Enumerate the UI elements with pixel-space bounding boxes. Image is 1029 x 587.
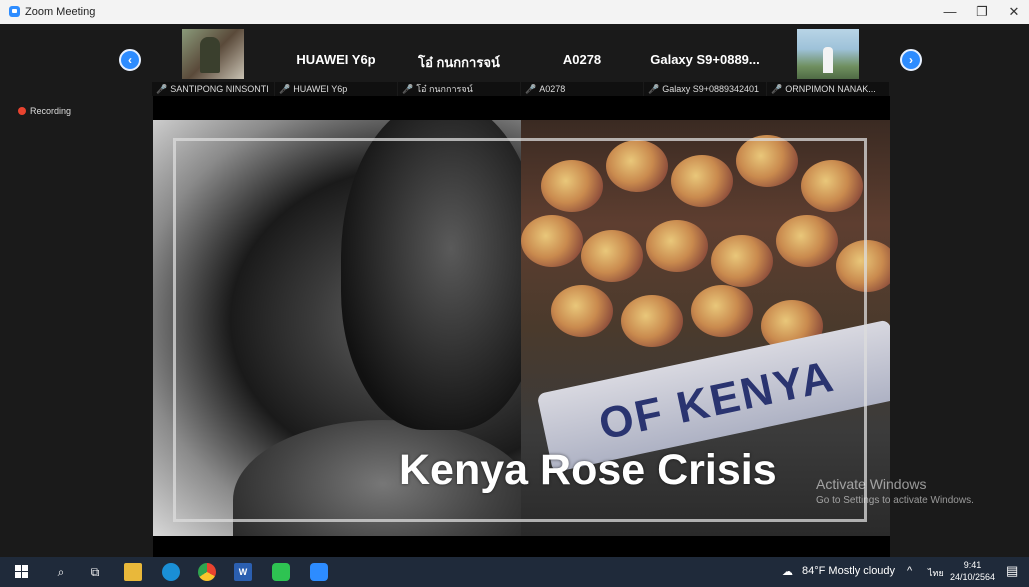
participant-tile[interactable]: 🎤 ORNPIMON NANAK... (767, 24, 889, 96)
minimize-button[interactable]: — (935, 0, 965, 24)
mic-muted-icon: 🎤 (648, 84, 660, 94)
restore-button[interactable]: ❐ (967, 0, 997, 24)
participant-strip: 🎤 SANTIPONG NINSONTI HUAWEI Y6p 🎤 HUAWEI Y… (152, 24, 890, 96)
participant-label: 🎤 HUAWEI Y6p (275, 82, 397, 96)
slide-title: Kenya Rose Crisis (399, 446, 777, 494)
edge-browser-icon[interactable] (162, 563, 180, 581)
participant-tile[interactable]: A0278 🎤 A0278 (521, 24, 643, 96)
participant-label: 🎤 A0278 (521, 82, 643, 96)
participant-tile[interactable]: HUAWEI Y6p 🎤 HUAWEI Y6p (275, 24, 397, 96)
participant-label: 🎤 ORNPIMON NANAK... (767, 82, 889, 96)
mic-muted-icon: 🎤 (156, 84, 168, 94)
start-windows-icon[interactable] (12, 563, 30, 581)
zoom-app-icon (9, 6, 20, 17)
mic-muted-icon: 🎤 (279, 84, 291, 94)
record-icon (18, 107, 26, 115)
participant-video (182, 29, 244, 79)
input-language[interactable]: ไทย (928, 566, 944, 580)
file-explorer-icon[interactable] (124, 563, 142, 581)
line-app-icon[interactable] (272, 563, 290, 581)
activate-windows-watermark: Activate Windows Go to Settings to activ… (816, 476, 974, 506)
participant-name: Galaxy S9+0889... (650, 52, 760, 67)
search-icon[interactable]: ⌕ (52, 563, 70, 581)
clock[interactable]: 9:41 24/10/2564 (950, 559, 995, 583)
close-button[interactable]: ✕ (999, 0, 1029, 24)
mic-muted-icon: 🎤 (402, 84, 414, 94)
prev-participants-button[interactable]: ‹ (119, 49, 141, 71)
mic-muted-icon: 🎤 (525, 84, 537, 94)
participant-label: 🎤 โอ๋ กนกการจน์ (398, 82, 520, 96)
mic-muted-icon: 🎤 (771, 84, 783, 94)
next-participants-button[interactable]: › (900, 49, 922, 71)
weather-icon[interactable]: ☁ (782, 565, 793, 578)
recording-indicator[interactable]: Recording (18, 106, 71, 116)
windows-taskbar: ⌕ ⧉ W ☁ 84°F Mostly cloudy ^ ไทย 9:41 24… (0, 557, 1029, 587)
slide-image: OF KENYA Kenya Rose Crisis (153, 120, 890, 536)
window-title: Zoom Meeting (25, 6, 96, 18)
participant-name: HUAWEI Y6p (296, 52, 376, 67)
shared-screen: OF KENYA Kenya Rose Crisis (153, 96, 890, 557)
participant-tile[interactable]: โอ๋ กนกการจน์ 🎤 โอ๋ กนกการจน์ (398, 24, 520, 96)
tray-chevron-icon[interactable]: ^ (907, 565, 912, 577)
participant-tile[interactable]: Galaxy S9+0889... 🎤 Galaxy S9+0889342401 (644, 24, 766, 96)
participant-label: 🎤 Galaxy S9+0889342401 (644, 82, 766, 96)
chrome-icon[interactable] (198, 563, 216, 581)
participant-name: A0278 (562, 52, 602, 67)
title-bar: Zoom Meeting — ❐ ✕ (0, 0, 1029, 24)
participant-video (797, 29, 859, 79)
notifications-icon[interactable]: ▤ (1006, 563, 1018, 579)
word-icon[interactable]: W (234, 563, 252, 581)
zoom-taskbar-icon[interactable] (310, 563, 328, 581)
participant-tile[interactable]: 🎤 SANTIPONG NINSONTI (152, 24, 274, 96)
participant-name: โอ๋ กนกการจน์ (418, 55, 500, 70)
participant-label: 🎤 SANTIPONG NINSONTI (152, 82, 274, 96)
task-view-icon[interactable]: ⧉ (86, 563, 104, 581)
weather-text[interactable]: 84°F Mostly cloudy (802, 565, 895, 577)
